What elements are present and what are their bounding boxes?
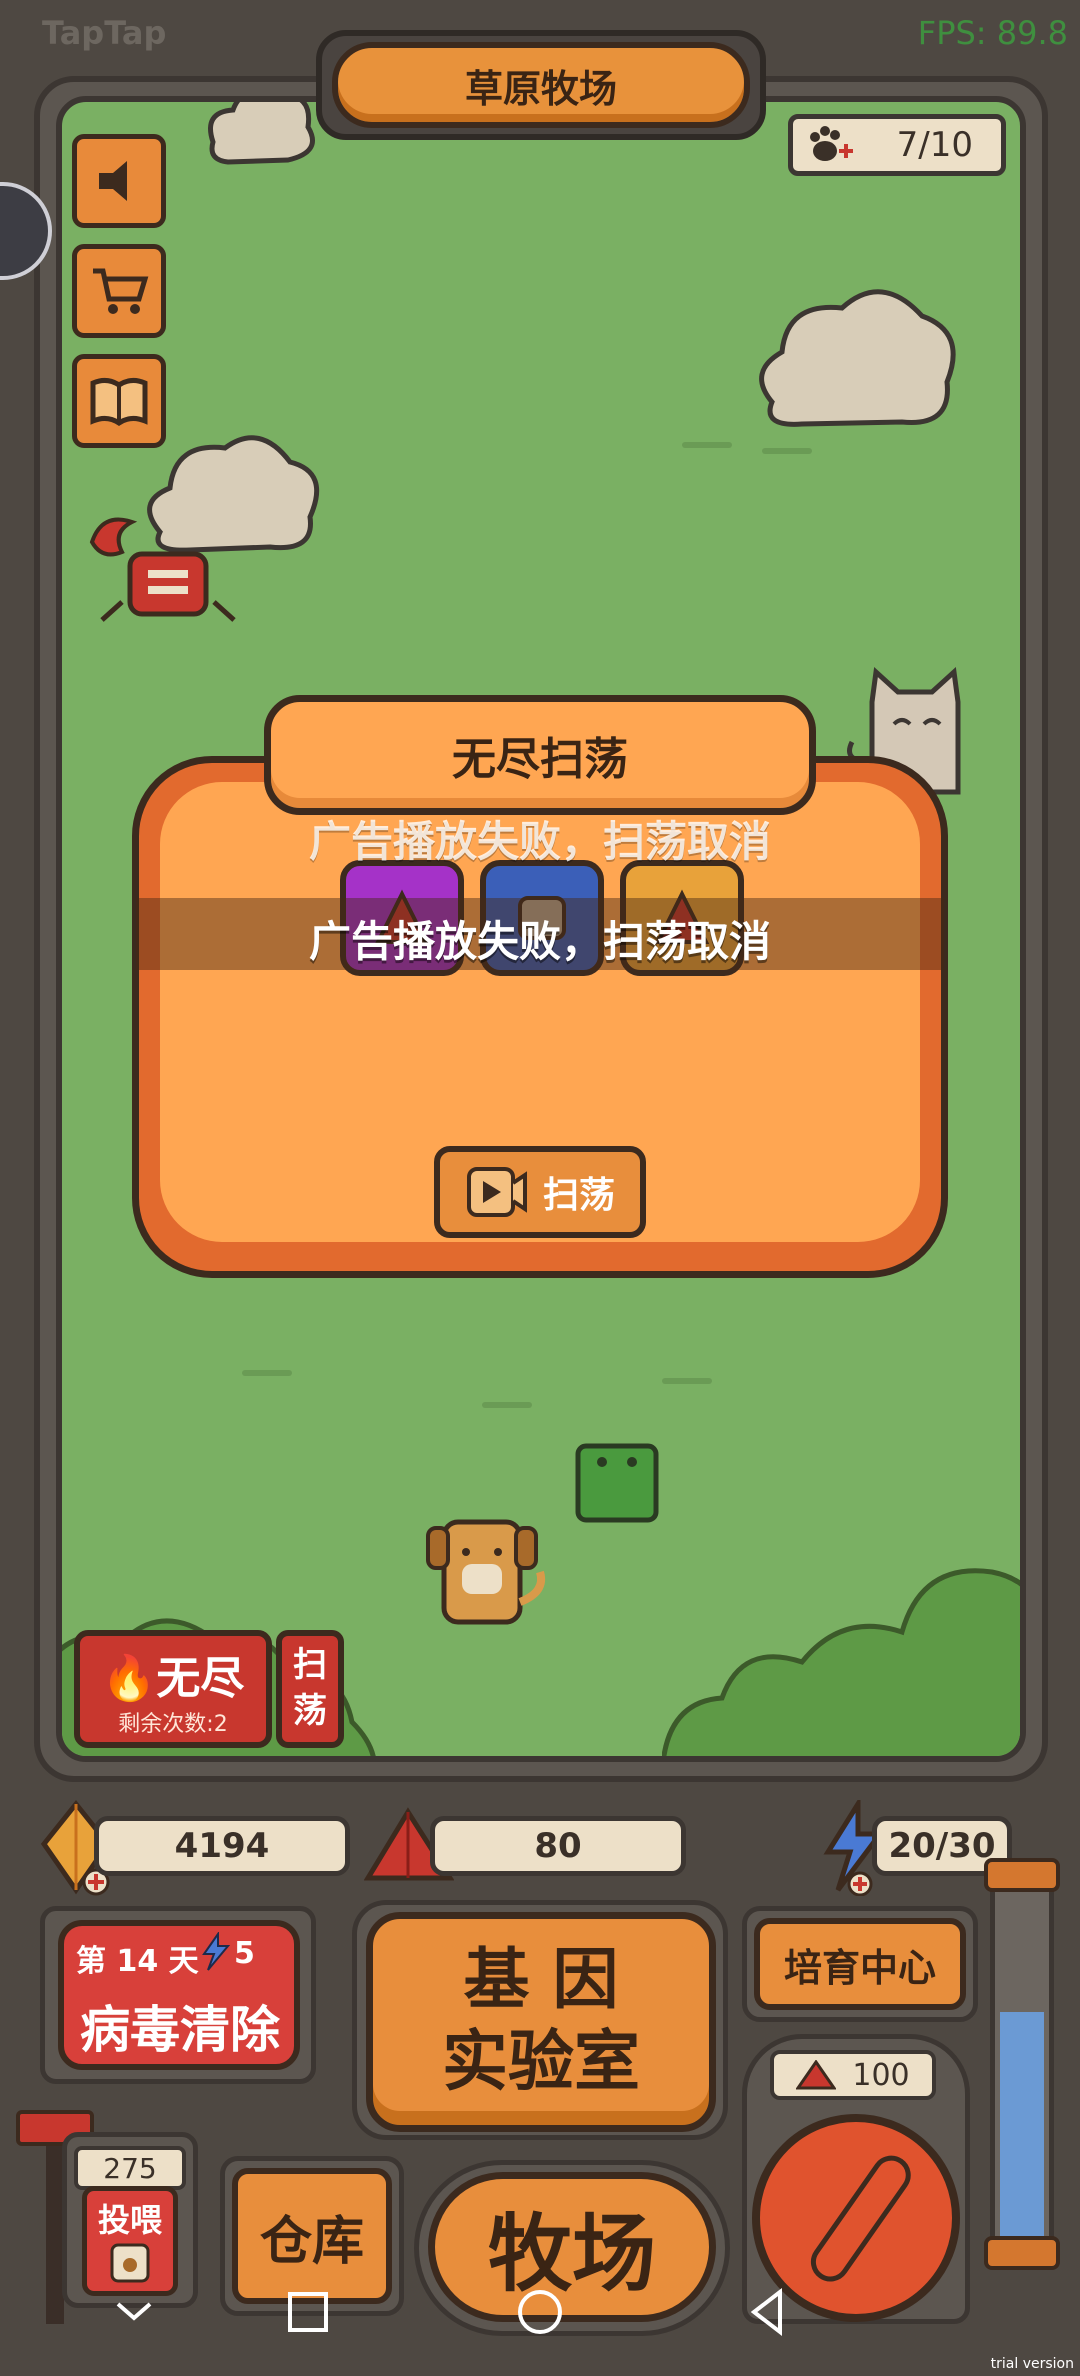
video-ad-icon <box>466 1167 527 1217</box>
fps-counter: FPS: 89.8 <box>917 14 1068 52</box>
bush-icon <box>662 1568 1020 1756</box>
shop-button[interactable] <box>72 244 166 338</box>
cart-icon <box>93 268 149 314</box>
lab-label-line2: 实验室 <box>442 2023 640 2100</box>
endless-label: 🔥无尽 <box>101 1653 245 1704</box>
red-gem-balance: 80 <box>430 1816 686 1876</box>
day-counter: 第 14 天 <box>76 1944 199 1979</box>
gold-balance: 4194 <box>94 1816 350 1876</box>
toast-message-fading: 广告播放失败，扫荡取消 <box>308 817 771 866</box>
endless-sweep-button[interactable]: 扫荡 <box>276 1630 344 1748</box>
lab-label-line1: 基 因 <box>463 1941 619 2018</box>
grass-blade <box>482 1402 532 1408</box>
feed-count: 275 <box>74 2146 186 2190</box>
ad-sweep-button[interactable]: 扫荡 <box>434 1146 646 1238</box>
ranch-title[interactable]: 草原牧场 <box>332 42 750 128</box>
nav-down-icon[interactable] <box>104 2282 164 2342</box>
dialog-title: 无尽扫荡 <box>264 695 816 815</box>
trial-watermark: trial version <box>990 2356 1074 2372</box>
grass-blade <box>682 442 732 448</box>
sweep-button-label: 扫荡 <box>542 1175 615 1216</box>
nav-back-icon[interactable] <box>738 2282 798 2342</box>
tube-cap-top <box>984 1858 1060 1892</box>
energy-bolt-icon <box>202 1932 231 1971</box>
speaker-icon <box>99 161 127 201</box>
crab-creature-icon <box>89 517 236 622</box>
handbook-button[interactable] <box>72 354 166 448</box>
food-bag-icon <box>110 2243 150 2283</box>
feed-label: 投喂 <box>97 2201 162 2239</box>
capacity-value: 7/10 <box>896 125 973 165</box>
dog-creature-icon <box>426 1519 545 1625</box>
feed-button[interactable]: 投喂 <box>82 2186 178 2296</box>
book-icon <box>90 377 148 427</box>
dial-cost: 100 <box>770 2050 936 2100</box>
ranch-button[interactable]: 牧场 <box>428 2172 716 2322</box>
tube-cap-bottom <box>984 2236 1060 2270</box>
cloud-icon <box>759 289 956 427</box>
tube-fill-level <box>1000 2012 1044 2242</box>
virus-label: 病毒清除 <box>80 2001 280 2059</box>
endless-mode-button[interactable]: 🔥无尽 剩余次数:2 <box>74 1630 272 1748</box>
sound-button[interactable] <box>72 134 166 228</box>
toast-message: 广告播放失败，扫荡取消 <box>308 917 771 966</box>
dial-handle-icon <box>810 2155 911 2282</box>
slime-creature-icon <box>575 1443 659 1523</box>
gene-lab-button[interactable]: 基 因 实验室 <box>366 1912 716 2132</box>
fire-icon: 🔥 <box>101 1653 157 1704</box>
nav-home-icon[interactable] <box>510 2282 570 2342</box>
dial-cost-value: 100 <box>852 2057 910 2093</box>
app-brand: TapTap <box>42 14 167 52</box>
red-gem-icon <box>796 2060 837 2090</box>
cloud-icon <box>208 102 315 165</box>
grass-blade <box>662 1378 712 1384</box>
breeding-center-button[interactable]: 培育中心 <box>754 1918 966 2010</box>
grass-blade <box>242 1370 292 1376</box>
creature-capacity-counter[interactable]: 7/10 <box>788 114 1006 176</box>
virus-clearance-button[interactable]: 第 14 天 5 病毒清除 <box>58 1920 300 2070</box>
endless-remaining: 剩余次数:2 <box>118 1712 228 1737</box>
paw-plus-icon <box>810 126 853 161</box>
energy-cost: 5 <box>234 1936 255 1971</box>
nav-recents-icon[interactable] <box>278 2282 338 2342</box>
